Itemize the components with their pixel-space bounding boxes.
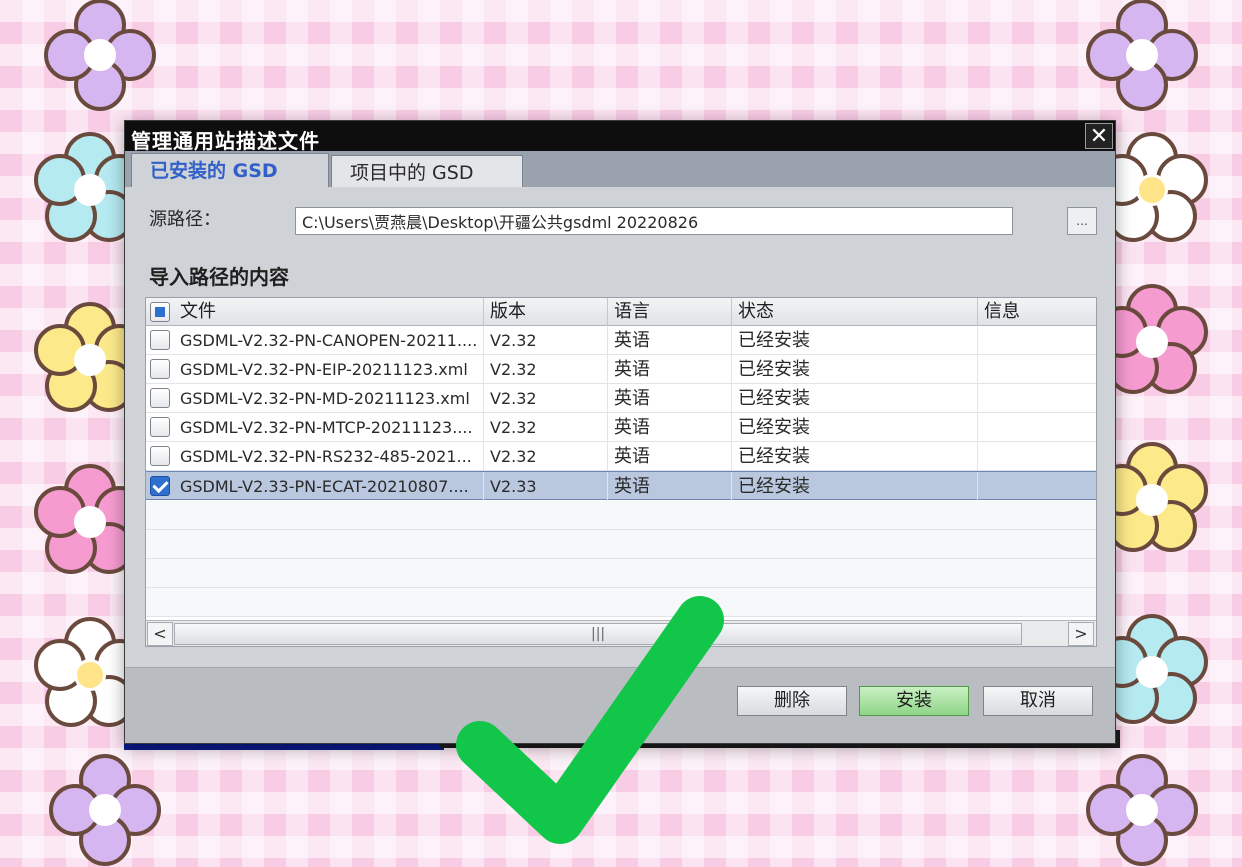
table-row[interactable]: GSDML-V2.32-PN-CANOPEN-20211.... V2.32 英… — [146, 326, 1096, 355]
source-path-row: 源路径： ... — [125, 187, 1115, 251]
row-checkbox[interactable] — [150, 446, 170, 466]
delete-button[interactable]: 删除 — [737, 686, 847, 716]
scroll-right-icon[interactable]: > — [1068, 622, 1094, 646]
file-name: GSDML-V2.33-PN-ECAT-20210807.... — [174, 472, 484, 501]
file-language: 英语 — [608, 413, 732, 442]
table-header: 文件 版本 语言 状态 信息 — [146, 298, 1096, 326]
file-version: V2.32 — [484, 384, 608, 413]
flower-decoration — [1082, 0, 1202, 115]
file-status: 已经安装 — [732, 472, 978, 501]
row-checkbox[interactable] — [150, 417, 170, 437]
section-title: 导入路径的内容 — [149, 265, 289, 289]
source-path-input[interactable] — [295, 207, 1013, 235]
tab-installed-gsd[interactable]: 已安装的 GSD — [131, 153, 329, 187]
file-info — [978, 355, 1096, 384]
close-button[interactable]: ✕ — [1085, 123, 1113, 149]
file-status: 已经安装 — [732, 413, 978, 442]
file-language: 英语 — [608, 442, 732, 471]
file-name: GSDML-V2.32-PN-CANOPEN-20211.... — [174, 326, 484, 355]
file-language: 英语 — [608, 355, 732, 384]
scroll-left-icon[interactable]: < — [147, 622, 173, 646]
select-all-checkbox[interactable] — [150, 302, 170, 322]
file-language: 英语 — [608, 472, 732, 501]
table-row-selected[interactable]: GSDML-V2.33-PN-ECAT-20210807.... V2.33 英… — [146, 471, 1096, 501]
file-language: 英语 — [608, 384, 732, 413]
flower-decoration — [45, 750, 165, 867]
file-version: V2.32 — [484, 442, 608, 471]
file-version: V2.32 — [484, 326, 608, 355]
flower-decoration — [1082, 750, 1202, 867]
file-name: GSDML-V2.32-PN-RS232-485-2021... — [174, 442, 484, 471]
file-language: 英语 — [608, 326, 732, 355]
file-info — [978, 472, 1096, 501]
file-info — [978, 326, 1096, 355]
row-checkbox[interactable] — [150, 330, 170, 350]
file-version: V2.33 — [484, 472, 608, 501]
file-info — [978, 442, 1096, 471]
row-checkbox[interactable] — [150, 388, 170, 408]
empty-row — [146, 559, 1096, 588]
table-row[interactable]: GSDML-V2.32-PN-MD-20211123.xml V2.32 英语 … — [146, 384, 1096, 413]
table-row[interactable]: GSDML-V2.32-PN-EIP-20211123.xml V2.32 英语… — [146, 355, 1096, 384]
file-info — [978, 413, 1096, 442]
row-checkbox-checked[interactable] — [150, 476, 170, 496]
install-button[interactable]: 安装 — [859, 686, 969, 716]
empty-row — [146, 530, 1096, 559]
dialog-titlebar: 管理通用站描述文件 ✕ — [125, 121, 1115, 153]
table-row[interactable]: GSDML-V2.32-PN-MTCP-20211123.... V2.32 英… — [146, 413, 1096, 442]
file-version: V2.32 — [484, 355, 608, 384]
cancel-button[interactable]: 取消 — [983, 686, 1093, 716]
column-header-info[interactable]: 信息 — [978, 298, 1096, 326]
file-status: 已经安装 — [732, 326, 978, 355]
column-header-file[interactable]: 文件 — [174, 298, 484, 326]
column-header-language[interactable]: 语言 — [608, 298, 732, 326]
column-header-version[interactable]: 版本 — [484, 298, 608, 326]
file-version: V2.32 — [484, 413, 608, 442]
file-status: 已经安装 — [732, 442, 978, 471]
tab-project-gsd[interactable]: 项目中的 GSD — [331, 155, 523, 187]
file-name: GSDML-V2.32-PN-EIP-20211123.xml — [174, 355, 484, 384]
column-header-status[interactable]: 状态 — [732, 298, 978, 326]
browse-button[interactable]: ... — [1067, 207, 1097, 235]
green-checkmark-icon — [456, 596, 724, 844]
source-path-label: 源路径： — [149, 209, 221, 230]
file-name: GSDML-V2.32-PN-MD-20211123.xml — [174, 384, 484, 413]
table-row[interactable]: GSDML-V2.32-PN-RS232-485-2021... V2.32 英… — [146, 442, 1096, 471]
file-status: 已经安装 — [732, 355, 978, 384]
file-info — [978, 384, 1096, 413]
file-status: 已经安装 — [732, 384, 978, 413]
tab-bar: 已安装的 GSD 项目中的 GSD — [125, 151, 1115, 187]
flower-decoration — [40, 0, 160, 115]
file-name: GSDML-V2.32-PN-MTCP-20211123.... — [174, 413, 484, 442]
row-checkbox[interactable] — [150, 359, 170, 379]
empty-row — [146, 501, 1096, 530]
dialog-title: 管理通用站描述文件 — [131, 129, 320, 153]
